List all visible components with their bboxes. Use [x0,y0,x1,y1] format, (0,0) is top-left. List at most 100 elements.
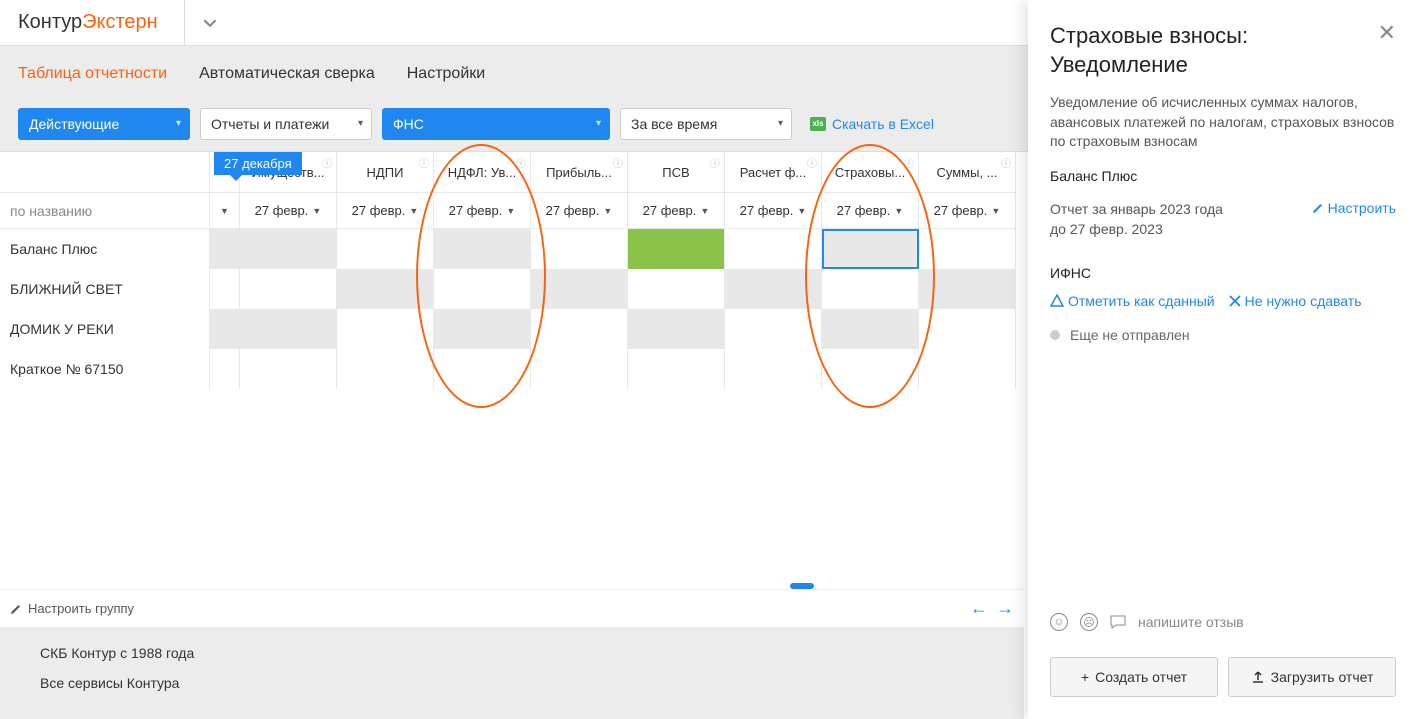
cell[interactable] [725,229,822,269]
cell[interactable] [531,309,628,349]
cell[interactable] [822,269,919,309]
cell[interactable] [434,309,531,349]
date-filter[interactable]: 27 февр.▼ [628,193,725,229]
org-row[interactable]: Краткое № 67150 [0,349,209,389]
caret-down-icon: ▼ [409,206,418,216]
cell-complete[interactable] [628,229,725,269]
cell[interactable] [240,309,337,349]
date-filter[interactable]: 27 февр.▼ [337,193,434,229]
cell[interactable] [210,229,240,269]
pagination: ← → [970,598,1014,619]
next-page[interactable]: → [996,598,1014,619]
col-header[interactable]: Расчет ф...ⓘ [725,152,822,193]
org-row[interactable]: Баланс Плюс [0,229,209,269]
cell[interactable] [434,229,531,269]
org-row[interactable]: БЛИЖНИЙ СВЕТ [0,269,209,309]
search-by-name[interactable]: по названию [0,193,209,229]
cell[interactable] [628,309,725,349]
cell[interactable] [919,229,1016,269]
col-header[interactable]: Страховы...ⓘ [822,152,919,193]
filter-period[interactable]: За все время ▾ [620,108,792,140]
caret-down-icon: ▼ [312,206,321,216]
col-header[interactable]: ПСВⓘ [628,152,725,193]
cell[interactable] [337,349,434,389]
cell[interactable] [919,269,1016,309]
download-excel[interactable]: xls Скачать в Excel [810,116,934,132]
close-button[interactable]: ✕ [1378,22,1396,79]
filter-status[interactable]: Действующие ▾ [18,108,190,140]
cell[interactable] [337,229,434,269]
date-filter[interactable]: 27 февр.▼ [240,193,337,229]
tab-reporting-table[interactable]: Таблица отчетности [18,65,167,83]
cell[interactable] [919,349,1016,389]
cell[interactable] [434,269,531,309]
filter-agency[interactable]: ФНС ▾ [382,108,610,140]
filter-status-label: Действующие [29,116,119,132]
footer-line-2[interactable]: Все сервисы Контура [40,675,984,691]
tab-settings[interactable]: Настройки [407,65,485,83]
cell[interactable] [210,309,240,349]
date-filter[interactable]: 27 февр.▼ [822,193,919,229]
pencil-icon [10,603,22,615]
date-filter[interactable]: 27 февр.▼ [531,193,628,229]
chevron-down-icon: ▾ [596,118,601,129]
cell[interactable] [337,309,434,349]
cell[interactable] [628,269,725,309]
cell[interactable] [210,269,240,309]
cell[interactable] [628,349,725,389]
panel-status: Еще не отправлен [1028,317,1418,353]
col-header[interactable]: Прибыль...ⓘ [531,152,628,193]
filter-reports[interactable]: Отчеты и платежи ▾ [200,108,372,140]
cell[interactable] [531,229,628,269]
cell[interactable] [210,349,240,389]
configure-group[interactable]: Настроить группу [10,601,134,616]
cell[interactable] [434,349,531,389]
cell[interactable] [725,349,822,389]
comment-icon [1110,615,1126,629]
org-row[interactable]: ДОМИК У РЕКИ [0,309,209,349]
info-icon: ⓘ [516,155,526,170]
date-filter-stub[interactable]: ▼ [210,193,240,229]
cell[interactable] [337,269,434,309]
configure-label: Настроить [1328,200,1396,216]
mark-as-submitted[interactable]: Отметить как сданный [1050,293,1215,309]
col-header[interactable]: НДФЛ: Ув...ⓘ [434,152,531,193]
configure-link[interactable]: Настроить [1312,200,1396,216]
sad-icon[interactable]: ☹ [1080,613,1098,631]
cell[interactable] [822,349,919,389]
feedback-label[interactable]: напишите отзыв [1138,614,1244,630]
smile-icon[interactable]: ☺ [1050,613,1068,631]
cell[interactable] [822,309,919,349]
tab-auto-reconcile[interactable]: Автоматическая сверка [199,65,375,83]
cell[interactable] [919,309,1016,349]
chevron-down-icon [203,16,217,30]
prev-page[interactable]: ← [970,598,988,619]
cell[interactable] [240,269,337,309]
cell[interactable] [240,229,337,269]
cell[interactable] [725,269,822,309]
col-header[interactable]: НДПИⓘ [337,152,434,193]
caret-down-icon: ▼ [220,206,229,216]
date-filter[interactable]: 27 февр.▼ [919,193,1016,229]
upload-icon [1251,670,1265,684]
logo[interactable]: Контур Экстерн [18,11,158,34]
detail-panel: Страховые взносы: Уведомление ✕ Уведомле… [1028,0,1418,719]
date-filter[interactable]: 27 февр.▼ [434,193,531,229]
cell[interactable] [725,309,822,349]
col-header[interactable]: Суммы, ...ⓘ [919,152,1016,193]
caret-down-icon: ▼ [797,206,806,216]
download-excel-label: Скачать в Excel [832,116,934,132]
col-header-spacer [0,152,209,193]
date-filter[interactable]: 27 февр.▼ [725,193,822,229]
no-need-to-submit[interactable]: Не нужно сдавать [1229,293,1362,309]
cell[interactable] [531,349,628,389]
cell[interactable] [531,269,628,309]
cell[interactable] [240,349,337,389]
cell-selected[interactable] [822,229,919,269]
upload-report-button[interactable]: Загрузить отчет [1228,657,1396,697]
excel-icon: xls [810,117,826,131]
filter-agency-label: ФНС [393,116,424,132]
product-switcher[interactable] [184,0,217,46]
plus-icon: + [1081,669,1089,685]
create-report-button[interactable]: + Создать отчет [1050,657,1218,697]
